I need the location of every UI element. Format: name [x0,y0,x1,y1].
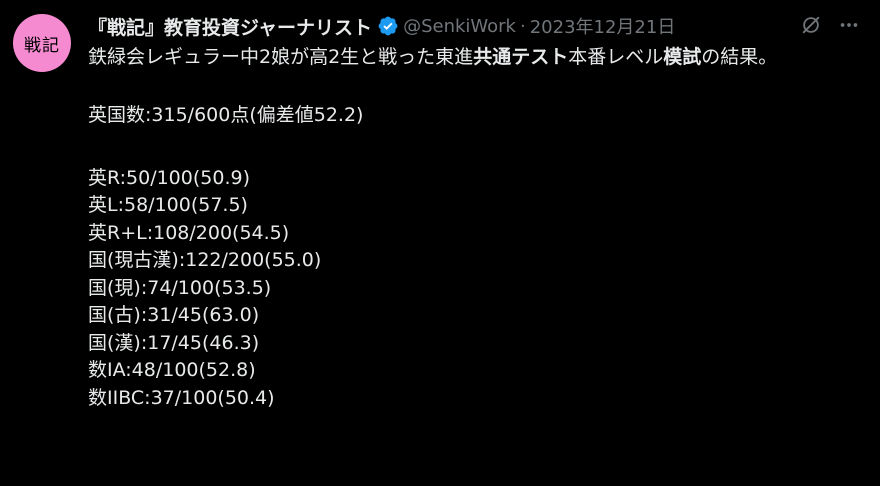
display-name[interactable]: 『戦記』教育投資ジャーナリスト [88,13,372,40]
total-score-line: 英国数:315/600点(偏差値52.2) [88,104,364,126]
score-list: 英R:50/100(50.9) 英L:58/100(57.5) 英R+L:108… [88,165,868,413]
verified-badge-icon [378,16,398,36]
score-line: 英R+L:108/200(54.5) [88,221,290,244]
score-line: 国(古):31/45(63.0) [88,304,260,326]
score-line: 国(漢):17/45(46.3) [88,331,260,354]
score-line: 英L:58/100(57.5) [88,194,248,216]
hashtag-keyword-kyotsu-test: 共通テスト [473,46,569,68]
post-date[interactable]: 2023年12月21日 [530,13,676,39]
tweet-text: 鉄緑会レギュラー中2娘が高2生と戦った東進共通テスト本番レベル模試の結果。 英国… [88,44,868,412]
tweet-header: 『戦記』教育投資ジャーナリスト @SenkiWork · 2023年12月21日 [88,12,675,40]
more-options-icon[interactable] [838,14,860,36]
grok-icon[interactable] [800,14,822,36]
intro-text-2: 本番レベル [568,46,664,68]
user-handle[interactable]: @SenkiWork [403,16,516,37]
intro-text-3: の結果。 [701,46,778,68]
intro-text-1: 鉄緑会レギュラー中2娘が高2生と戦った東進 [88,46,474,68]
hashtag-keyword-moshi: 模試 [663,46,702,68]
avatar-text: 戦記 [24,35,60,56]
score-line: 英R:50/100(50.9) [88,166,250,189]
score-line: 国(現古漢):122/200(55.0) [88,249,322,271]
separator-dot: · [519,15,526,37]
intro-paragraph: 鉄緑会レギュラー中2娘が高2生と戦った東進共通テスト本番レベル模試の結果。 [88,44,868,70]
score-line: 数IIBC:37/100(50.4) [88,386,275,409]
tweet: 戦記 『戦記』教育投資ジャーナリスト @SenkiWork · 2023年12月… [0,0,880,486]
score-line: 国(現):74/100(53.5) [88,276,272,299]
score-line: 数IA:48/100(52.8) [88,359,256,381]
avatar[interactable]: 戦記 [13,14,71,72]
